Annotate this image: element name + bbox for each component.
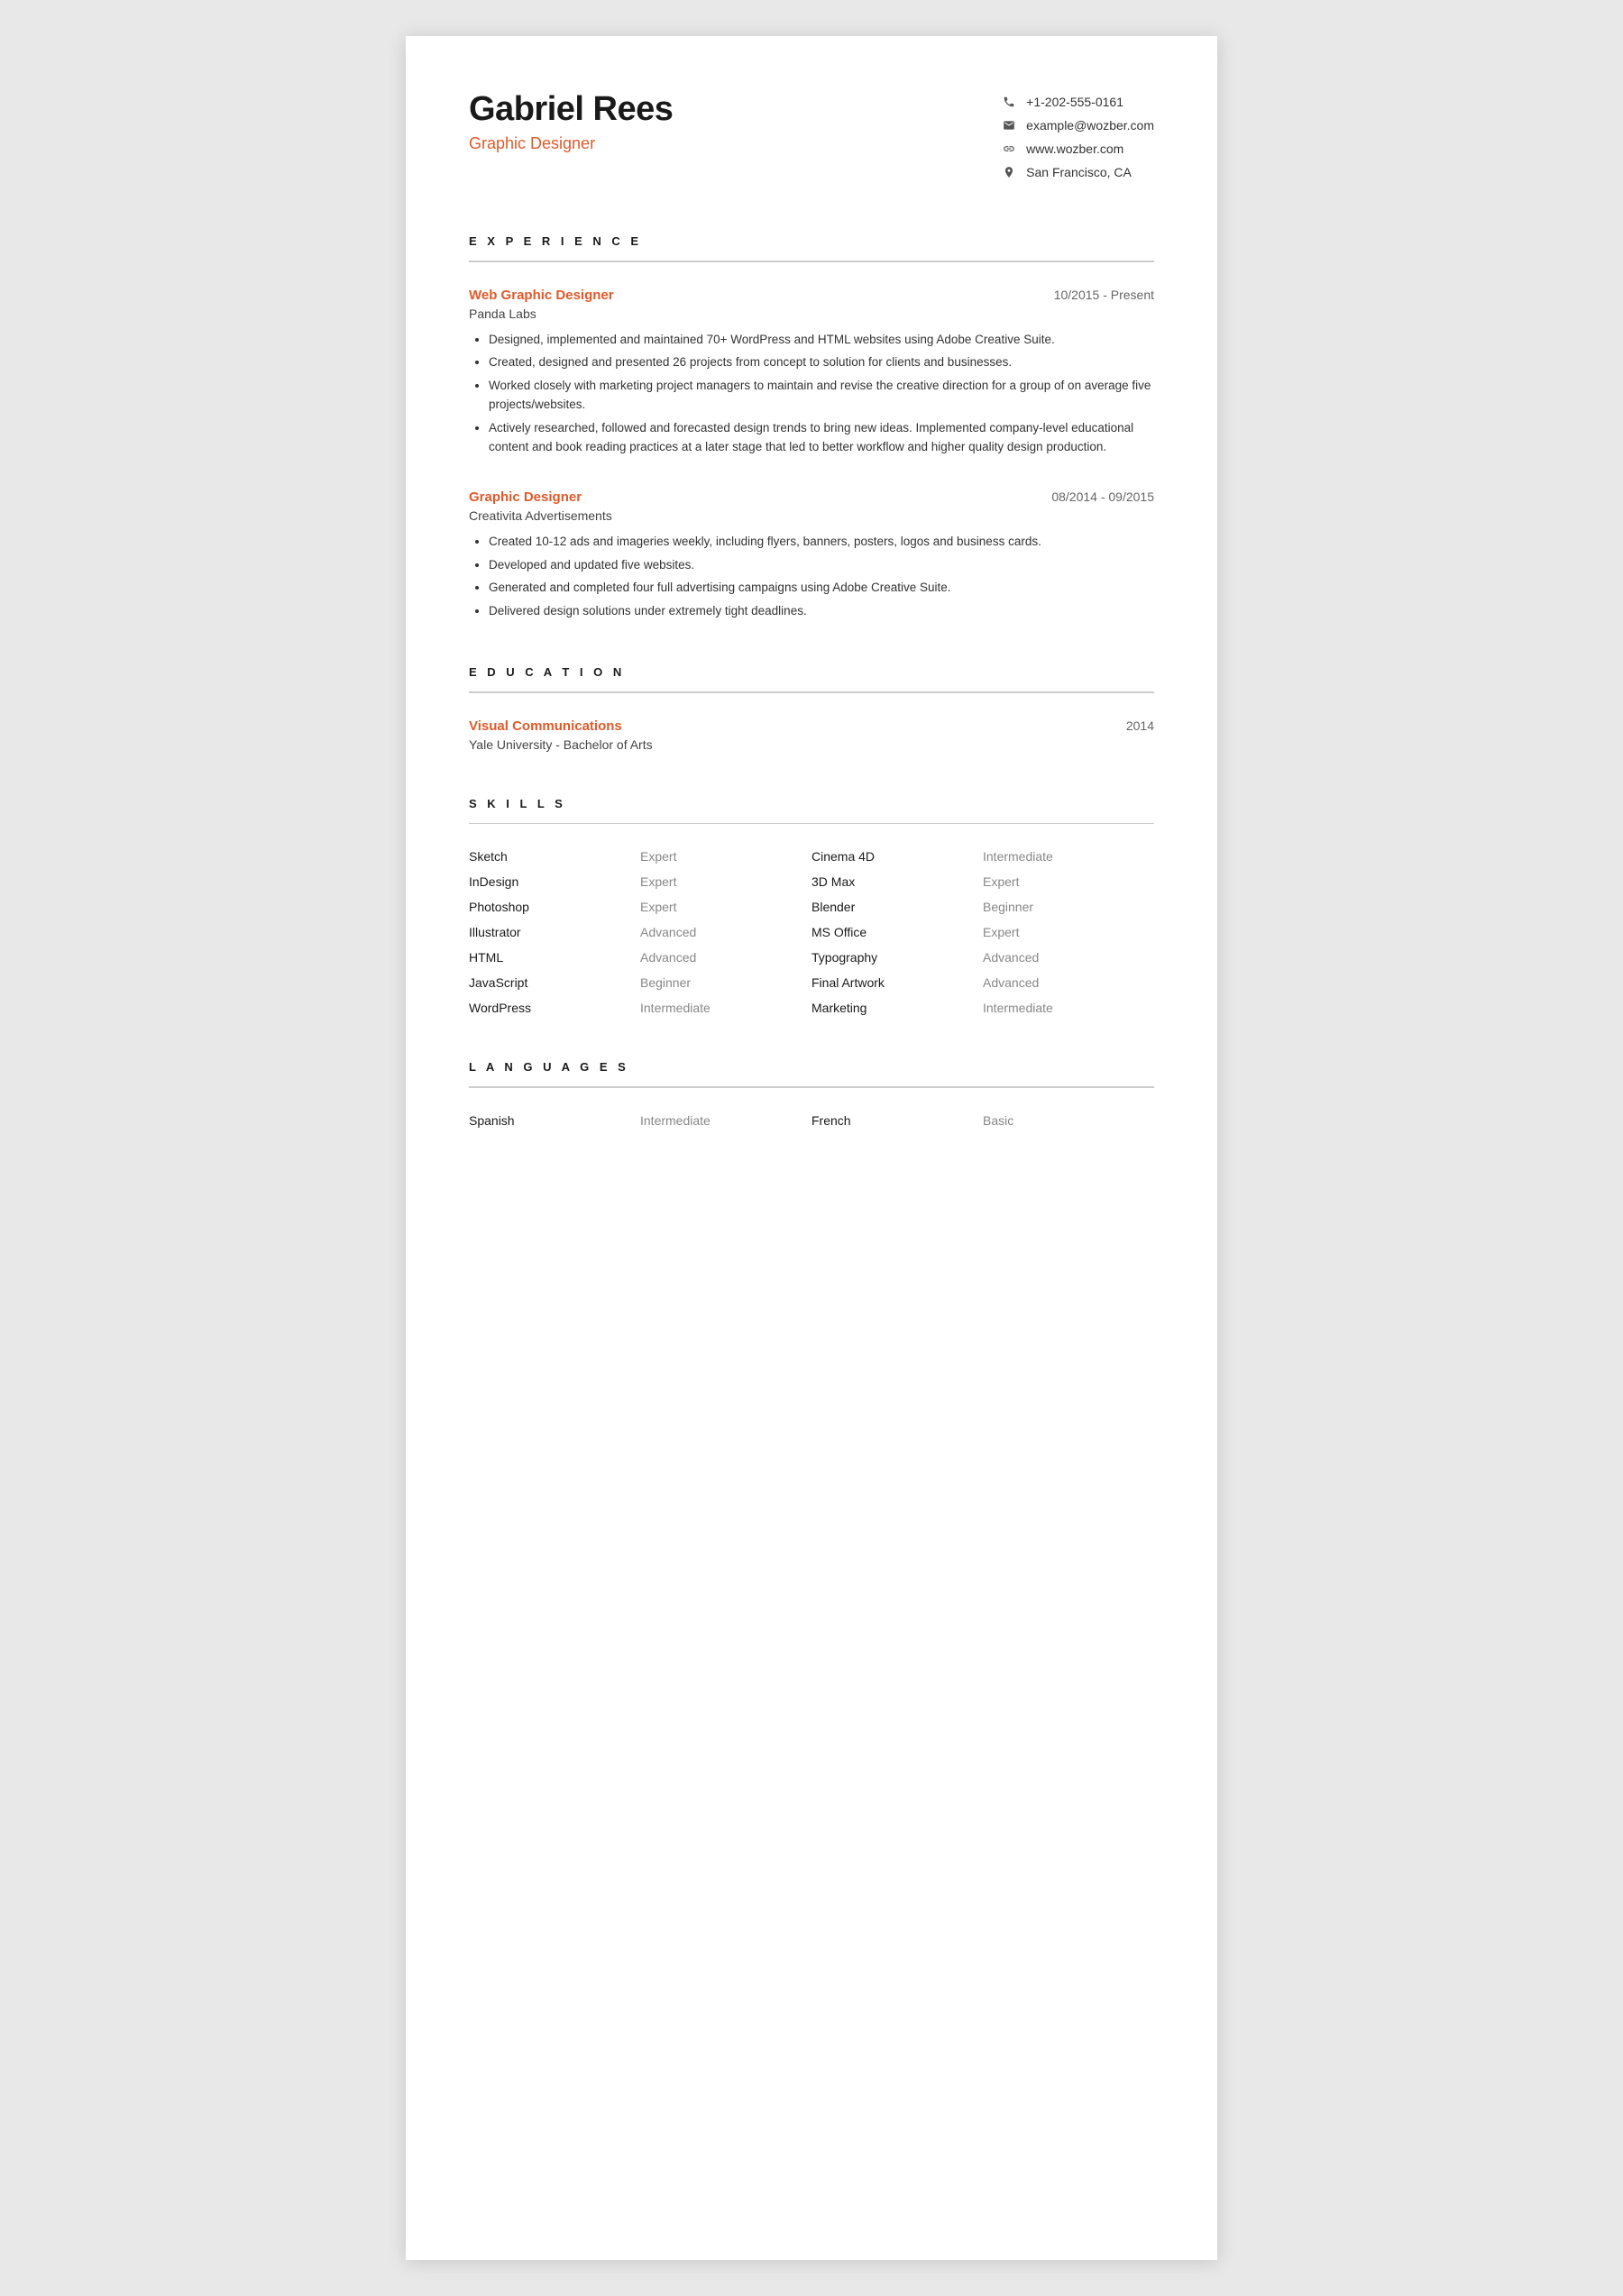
skills-divider	[469, 823, 1154, 825]
company-name-1: Panda Labs	[469, 306, 1154, 321]
skill-level-photoshop: Expert	[640, 900, 812, 914]
experience-title: E X P E R I E N C E	[469, 234, 1154, 248]
contact-info: +1-202-555-0161 example@wozber.com www.w…	[1001, 94, 1154, 180]
skills-section: S K I L L S Sketch Expert Cinema 4D Inte…	[469, 797, 1154, 1016]
languages-title: L A N G U A G E S	[469, 1060, 1154, 1074]
email-value: example@wozber.com	[1026, 118, 1154, 133]
skill-level-3dmax: Expert	[983, 874, 1154, 889]
skill-name-html: HTML	[469, 950, 640, 965]
bullet-list-2: Created 10-12 ads and imageries weekly, …	[469, 532, 1154, 620]
skill-name-msoffice: MS Office	[812, 925, 983, 939]
edu-year: 2014	[1126, 718, 1154, 733]
location-contact: San Francisco, CA	[1001, 164, 1154, 180]
header-left: Gabriel Rees Graphic Designer	[469, 90, 673, 153]
skill-level-marketing: Intermediate	[983, 1001, 1154, 1015]
skill-level-cinema4d: Intermediate	[983, 849, 1154, 864]
skill-name-wordpress: WordPress	[469, 1001, 640, 1015]
skills-grid: Sketch Expert Cinema 4D Intermediate InD…	[469, 849, 1154, 1015]
experience-item-1: Web Graphic Designer 10/2015 - Present P…	[469, 288, 1154, 458]
bullet-2-4: Delivered design solutions under extreme…	[489, 601, 1154, 621]
skill-name-indesign: InDesign	[469, 874, 640, 889]
resume-container: Gabriel Rees Graphic Designer +1-202-555…	[406, 36, 1217, 2260]
skills-title: S K I L L S	[469, 797, 1154, 810]
header-section: Gabriel Rees Graphic Designer +1-202-555…	[469, 90, 1154, 180]
education-title: E D U C A T I O N	[469, 665, 1154, 679]
edu-school: Yale University - Bachelor of Arts	[469, 737, 653, 752]
skill-name-marketing: Marketing	[812, 1001, 983, 1015]
phone-icon	[1001, 94, 1017, 110]
location-icon	[1001, 164, 1017, 180]
experience-header-1: Web Graphic Designer 10/2015 - Present	[469, 288, 1154, 303]
skill-name-javascript: JavaScript	[469, 975, 640, 990]
skill-level-msoffice: Expert	[983, 925, 1154, 939]
experience-divider	[469, 261, 1154, 262]
email-icon	[1001, 117, 1017, 133]
candidate-name: Gabriel Rees	[469, 90, 673, 129]
skill-name-cinema4d: Cinema 4D	[812, 849, 983, 864]
skill-level-blender: Beginner	[983, 900, 1154, 914]
lang-level-french: Basic	[983, 1113, 1154, 1128]
website-value: www.wozber.com	[1026, 142, 1123, 156]
date-range-1: 10/2015 - Present	[1054, 288, 1154, 302]
phone-value: +1-202-555-0161	[1026, 95, 1123, 109]
skill-name-sketch: Sketch	[469, 849, 640, 864]
bullet-2-3: Generated and completed four full advert…	[489, 578, 1154, 598]
candidate-title: Graphic Designer	[469, 134, 673, 153]
skill-level-typography: Advanced	[983, 950, 1154, 965]
languages-section: L A N G U A G E S Spanish Intermediate F…	[469, 1060, 1154, 1128]
skill-level-illustrator: Advanced	[640, 925, 812, 939]
skill-name-blender: Blender	[812, 900, 983, 914]
bullet-2-1: Created 10-12 ads and imageries weekly, …	[489, 532, 1154, 552]
date-range-2: 08/2014 - 09/2015	[1051, 489, 1154, 504]
website-icon	[1001, 141, 1017, 157]
lang-name-french: French	[812, 1113, 983, 1128]
bullet-1-3: Worked closely with marketing project ma…	[489, 376, 1154, 415]
skill-name-illustrator: Illustrator	[469, 925, 640, 939]
skill-level-html: Advanced	[640, 950, 812, 965]
bullet-list-1: Designed, implemented and maintained 70+…	[469, 330, 1154, 458]
bullet-1-1: Designed, implemented and maintained 70+…	[489, 330, 1154, 350]
website-contact: www.wozber.com	[1001, 141, 1154, 157]
edu-left: Visual Communications Yale University - …	[469, 718, 653, 752]
email-contact: example@wozber.com	[1001, 117, 1154, 133]
skill-level-javascript: Beginner	[640, 975, 812, 990]
skill-name-finalartwork: Final Artwork	[812, 975, 983, 990]
lang-name-spanish: Spanish	[469, 1113, 640, 1128]
job-title-2: Graphic Designer	[469, 489, 582, 505]
job-title-1: Web Graphic Designer	[469, 288, 614, 303]
company-name-2: Creativita Advertisements	[469, 508, 1154, 523]
education-divider	[469, 691, 1154, 693]
phone-contact: +1-202-555-0161	[1001, 94, 1154, 110]
edu-degree: Visual Communications	[469, 718, 653, 734]
bullet-2-2: Developed and updated five websites.	[489, 555, 1154, 575]
bullet-1-2: Created, designed and presented 26 proje…	[489, 352, 1154, 372]
education-item-1: Visual Communications Yale University - …	[469, 718, 1154, 752]
skill-name-photoshop: Photoshop	[469, 900, 640, 914]
languages-divider	[469, 1086, 1154, 1088]
skill-name-3dmax: 3D Max	[812, 874, 983, 889]
skill-level-sketch: Expert	[640, 849, 812, 864]
education-section: E D U C A T I O N Visual Communications …	[469, 665, 1154, 752]
experience-item-2: Graphic Designer 08/2014 - 09/2015 Creat…	[469, 489, 1154, 620]
skill-level-wordpress: Intermediate	[640, 1001, 812, 1015]
skill-level-finalartwork: Advanced	[983, 975, 1154, 990]
lang-level-spanish: Intermediate	[640, 1113, 812, 1128]
location-value: San Francisco, CA	[1026, 165, 1132, 179]
skill-level-indesign: Expert	[640, 874, 812, 889]
experience-header-2: Graphic Designer 08/2014 - 09/2015	[469, 489, 1154, 505]
bullet-1-4: Actively researched, followed and foreca…	[489, 418, 1154, 457]
experience-section: E X P E R I E N C E Web Graphic Designer…	[469, 234, 1154, 620]
languages-grid: Spanish Intermediate French Basic	[469, 1113, 1154, 1128]
skill-name-typography: Typography	[812, 950, 983, 965]
